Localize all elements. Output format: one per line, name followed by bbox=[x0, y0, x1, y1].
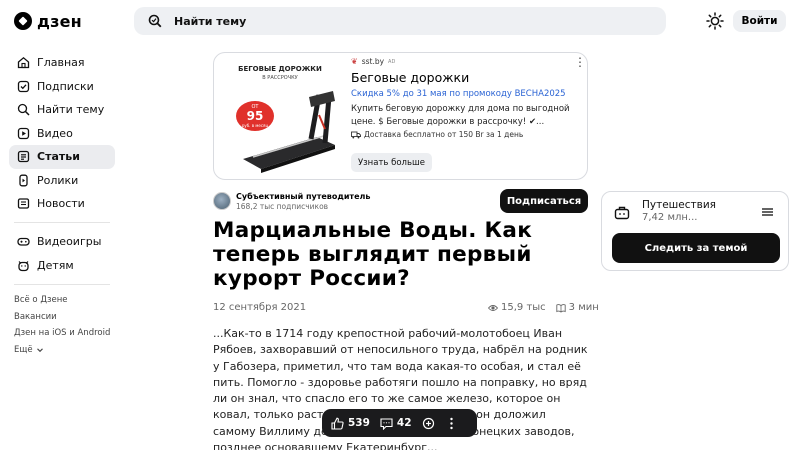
ad-promo: Скидка 5% до 31 мая по промокоду ВЕСНА20… bbox=[351, 89, 566, 99]
search-input[interactable]: Найти тему bbox=[134, 7, 666, 35]
topic-count: 7,42 млн... bbox=[642, 212, 698, 223]
link-mobile-apps[interactable]: Дзен на iOS и Android bbox=[14, 325, 110, 342]
ad-tag: AD bbox=[388, 58, 396, 65]
sidebar-item-label: Главная bbox=[37, 56, 85, 70]
ad-image-subtitle: В РАССРОЧКУ bbox=[262, 75, 298, 81]
ad-title[interactable]: Беговые дорожки bbox=[351, 70, 469, 85]
sidebar-item-articles[interactable]: Статьи bbox=[9, 145, 115, 169]
kids-icon bbox=[18, 260, 29, 271]
sidebar-item-label: Видеоигры bbox=[37, 235, 102, 249]
share-button[interactable] bbox=[422, 417, 435, 430]
ad-price-value: 95 bbox=[246, 109, 264, 123]
likes-count: 539 bbox=[348, 417, 370, 429]
ad-learn-more-button[interactable]: Узнать больше bbox=[351, 153, 432, 172]
sidebar-item-subscriptions[interactable]: Подписки bbox=[9, 75, 115, 99]
sidebar-item-label: Детям bbox=[37, 258, 74, 272]
topic-card: Путешествия 7,42 млн... Следить за темой bbox=[601, 191, 789, 271]
views-icon bbox=[488, 304, 498, 311]
like-button[interactable]: 539 bbox=[331, 417, 370, 430]
channel-name[interactable]: Субъективный путеводитель bbox=[236, 192, 370, 201]
views-count: 15,9 тыс bbox=[501, 302, 546, 313]
link-more[interactable]: Ещё bbox=[14, 342, 110, 359]
ad-card[interactable]: БЕГОВЫЕ ДОРОЖКИ В РАССРОЧКУ ОТ 95 руб. в… bbox=[213, 52, 588, 180]
sidebar-item-kids[interactable]: Детям bbox=[9, 254, 115, 278]
home-icon bbox=[17, 57, 30, 69]
share-icon bbox=[422, 417, 434, 429]
subscriptions-icon bbox=[17, 80, 30, 92]
footer-links: Всё о Дзене Вакансии Дзен на iOS и Andro… bbox=[14, 292, 110, 358]
article-date: 12 сентября 2021 bbox=[213, 302, 307, 313]
sidebar-item-label: Статьи bbox=[37, 150, 80, 164]
subscribe-button[interactable]: Подписаться bbox=[500, 189, 588, 213]
more-options-icon[interactable] bbox=[445, 417, 458, 430]
link-vacancies[interactable]: Вакансии bbox=[14, 309, 110, 326]
video-icon bbox=[17, 127, 30, 139]
theme-toggle-sun-icon[interactable] bbox=[706, 12, 724, 30]
find-topic-icon bbox=[17, 104, 30, 116]
channel-avatar[interactable] bbox=[213, 192, 231, 210]
logo-icon bbox=[14, 12, 32, 30]
article-title: Марциальные Воды. Как теперь выглядит пе… bbox=[213, 218, 533, 291]
ad-source-domain: sst.by bbox=[361, 57, 385, 66]
sidebar-item-video[interactable]: Видео bbox=[9, 122, 115, 146]
sidebar-item-label: Подписки bbox=[37, 79, 94, 93]
follow-topic-button[interactable]: Следить за темой bbox=[612, 233, 780, 263]
sidebar-nav: Главная Подписки Найти тему Видео Статьи… bbox=[9, 51, 115, 216]
comments-count: 42 bbox=[396, 417, 412, 429]
ad-description: Купить беговую дорожку для дома по выгод… bbox=[351, 104, 570, 127]
articles-icon bbox=[17, 151, 30, 163]
sidebar-divider bbox=[14, 222, 110, 223]
article-stats: 15,9 тыс 3 мин bbox=[488, 302, 599, 313]
ad-delivery: Доставка бесплатно от 150 Br за 1 день bbox=[351, 130, 523, 139]
comments-button[interactable]: 42 bbox=[380, 417, 412, 430]
shorts-icon bbox=[19, 174, 28, 187]
chevron-down-icon bbox=[36, 348, 43, 352]
read-time: 3 мин bbox=[568, 302, 599, 313]
sidebar-item-label: Видео bbox=[37, 126, 73, 140]
search-placeholder: Найти тему bbox=[174, 14, 247, 28]
ad-image[interactable]: БЕГОВЫЕ ДОРОЖКИ В РАССРОЧКУ ОТ 95 руб. в… bbox=[219, 59, 341, 175]
menu-icon[interactable] bbox=[762, 207, 773, 217]
comment-icon bbox=[380, 417, 393, 430]
truck-icon bbox=[351, 131, 361, 138]
news-icon bbox=[17, 198, 30, 209]
sidebar-item-news[interactable]: Новости bbox=[9, 192, 115, 216]
link-about-dzen[interactable]: Всё о Дзене bbox=[14, 292, 110, 309]
sidebar-item-home[interactable]: Главная bbox=[9, 51, 115, 75]
ad-price-badge: ОТ 95 руб. в месяц bbox=[236, 101, 274, 131]
sidebar-item-videogames[interactable]: Видеоигры bbox=[9, 230, 115, 254]
ad-source[interactable]: ❦ sst.by AD bbox=[351, 57, 395, 66]
sidebar-divider bbox=[14, 284, 110, 285]
sidebar-item-label: Новости bbox=[37, 197, 85, 211]
suitcase-icon bbox=[614, 206, 630, 220]
topic-name[interactable]: Путешествия bbox=[642, 199, 716, 211]
search-icon bbox=[148, 14, 162, 28]
ad-more-options-icon[interactable]: ⋮ bbox=[574, 55, 586, 69]
ad-delivery-text: Доставка бесплатно от 150 Br за 1 день bbox=[364, 130, 524, 139]
ad-image-title: БЕГОВЫЕ ДОРОЖКИ bbox=[238, 65, 322, 73]
logo-text: дзен bbox=[37, 11, 82, 31]
dots-vertical-icon bbox=[449, 417, 453, 429]
ad-source-logo-icon: ❦ bbox=[351, 57, 358, 66]
dzen-logo[interactable]: дзен bbox=[14, 10, 82, 32]
sidebar-item-shorts[interactable]: Ролики bbox=[9, 169, 115, 193]
article-action-bar: 539 42 bbox=[322, 409, 477, 437]
sidebar-item-find-topic[interactable]: Найти тему bbox=[9, 98, 115, 122]
link-more-label: Ещё bbox=[14, 344, 33, 355]
login-button[interactable]: Войти bbox=[733, 10, 786, 32]
ad-price-unit: руб. в месяц bbox=[241, 123, 269, 128]
sidebar-item-label: Ролики bbox=[37, 173, 79, 187]
sidebar-item-label: Найти тему bbox=[37, 103, 105, 117]
gamepad-icon bbox=[17, 238, 30, 246]
thumbs-up-icon bbox=[331, 417, 344, 430]
sidebar-extra-nav: Видеоигры Детям bbox=[9, 230, 115, 277]
read-time-icon bbox=[556, 303, 566, 313]
channel-subscribers: 168,2 тыс подписчиков bbox=[236, 202, 329, 211]
